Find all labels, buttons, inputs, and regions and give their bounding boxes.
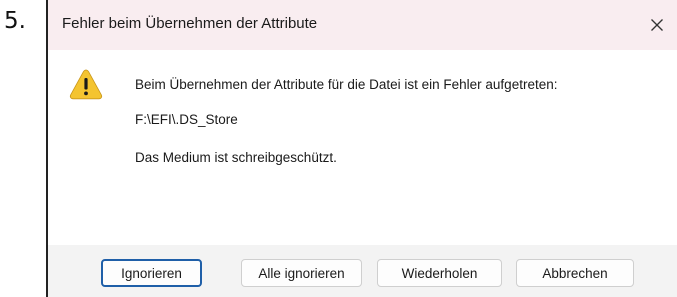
screenshot-stage: 5. Fehler beim Übernehmen der Attribute bbox=[0, 0, 677, 297]
error-message: Beim Übernehmen der Attribute für die Da… bbox=[135, 77, 558, 92]
dialog-title: Fehler beim Übernehmen der Attribute bbox=[62, 15, 318, 32]
warning-icon bbox=[69, 68, 103, 100]
dialog-button-row: Ignorieren Alle ignorieren Wiederholen A… bbox=[48, 245, 677, 297]
close-button[interactable] bbox=[637, 6, 677, 44]
cancel-button[interactable]: Abbrechen bbox=[516, 259, 634, 287]
dialog-content: Beim Übernehmen der Attribute für die Da… bbox=[48, 50, 677, 245]
dialog-titlebar[interactable]: Fehler beim Übernehmen der Attribute bbox=[48, 0, 677, 50]
ignore-all-button[interactable]: Alle ignorieren bbox=[241, 259, 362, 287]
ignore-button[interactable]: Ignorieren bbox=[101, 259, 202, 287]
step-number: 5. bbox=[4, 8, 26, 34]
close-icon bbox=[650, 18, 664, 32]
file-path: F:\EFI\.DS_Store bbox=[135, 112, 238, 127]
retry-button[interactable]: Wiederholen bbox=[377, 259, 502, 287]
error-detail: Das Medium ist schreibgeschützt. bbox=[135, 150, 337, 165]
error-dialog: Fehler beim Übernehmen der Attribute Bei… bbox=[46, 0, 677, 297]
